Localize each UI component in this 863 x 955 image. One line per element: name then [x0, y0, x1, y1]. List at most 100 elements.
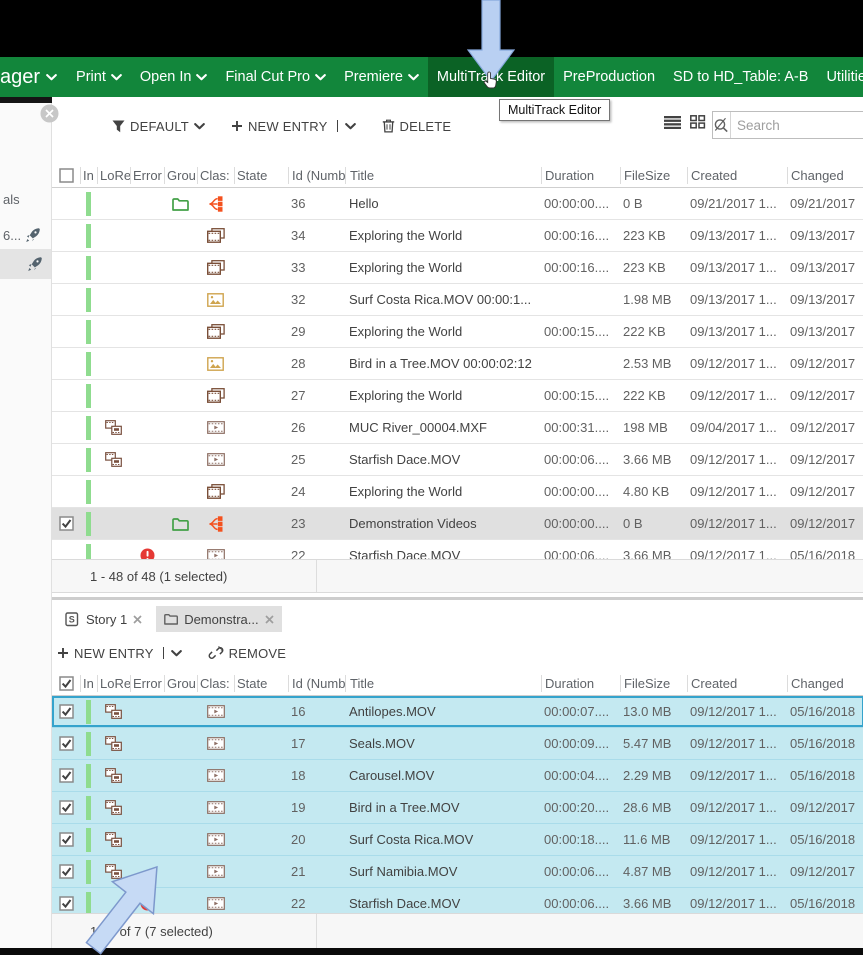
- column-header[interactable]: Title: [346, 675, 542, 692]
- select-all-checkbox[interactable]: [52, 167, 81, 184]
- select-all-checkbox[interactable]: [52, 675, 81, 692]
- column-header[interactable]: Error: [131, 167, 165, 184]
- cell-changed: 09/21/2017: [787, 196, 863, 211]
- row-checkbox[interactable]: [59, 832, 74, 847]
- column-header[interactable]: Changed: [788, 167, 863, 184]
- unlink-icon: [208, 645, 224, 661]
- tab-demonstration-videos[interactable]: Demonstra...: [156, 606, 281, 632]
- cell-class: [197, 453, 234, 466]
- menu-item-utilities[interactable]: Utilities: [817, 57, 863, 97]
- cell-ingest-state: [80, 352, 97, 376]
- table-row[interactable]: 23Demonstration Videos00:00:00....0 B09/…: [52, 508, 863, 540]
- table-row[interactable]: 33Exploring the World00:00:16....223 KB0…: [52, 252, 863, 284]
- cell-class: [197, 228, 234, 243]
- table-row[interactable]: 27Exploring the World00:00:15....222 KB0…: [52, 380, 863, 412]
- table-row[interactable]: 34Exploring the World00:00:16....223 KB0…: [52, 220, 863, 252]
- column-header[interactable]: Grou: [165, 167, 198, 184]
- cell-duration: 00:00:00....: [541, 516, 620, 531]
- table-row[interactable]: 16Antilopes.MOV00:00:07....13.0 MB09/12/…: [52, 696, 863, 728]
- column-header[interactable]: Id (Numb: [289, 167, 346, 184]
- grid-view-button[interactable]: [690, 115, 706, 129]
- cell-id: 21: [288, 864, 345, 879]
- filter-default-button[interactable]: DEFAULT: [112, 119, 205, 134]
- cell-title: Exploring the World: [345, 388, 541, 403]
- column-header[interactable]: Created: [688, 675, 788, 692]
- column-header[interactable]: Duration: [542, 675, 621, 692]
- table-row[interactable]: 18Carousel.MOV00:00:04....2.29 MB09/12/2…: [52, 760, 863, 792]
- cell-lowres: [97, 452, 130, 467]
- menu-item-final-cut-pro[interactable]: Final Cut Pro: [216, 57, 335, 97]
- app-brand-menu[interactable]: ager: [0, 57, 67, 97]
- column-header[interactable]: Grou: [165, 675, 198, 692]
- cell-changed: 09/13/2017: [787, 228, 863, 243]
- tab-story-1[interactable]: S Story 1: [57, 606, 150, 632]
- row-checkbox[interactable]: [59, 516, 74, 531]
- column-header[interactable]: FileSize: [621, 167, 688, 184]
- row-checkbox[interactable]: [59, 736, 74, 751]
- tab-close-icon[interactable]: [133, 615, 142, 624]
- table-row[interactable]: 29Exploring the World00:00:15....222 KB0…: [52, 316, 863, 348]
- column-header[interactable]: Duration: [542, 167, 621, 184]
- table-row[interactable]: 28Bird in a Tree.MOV 00:00:02:122.53 MB0…: [52, 348, 863, 380]
- column-header[interactable]: Clas:: [198, 167, 235, 184]
- table-row[interactable]: 17Seals.MOV00:00:09....5.47 MB09/12/2017…: [52, 728, 863, 760]
- chevron-down-icon: [345, 123, 356, 130]
- column-header[interactable]: LoRe: [98, 167, 131, 184]
- desktop-background: [0, 0, 863, 57]
- tab-close-icon[interactable]: [265, 615, 274, 624]
- row-checkbox[interactable]: [59, 768, 74, 783]
- table-row[interactable]: 25Starfish Dace.MOV00:00:06....3.66 MB09…: [52, 444, 863, 476]
- table-row[interactable]: 19Bird in a Tree.MOV00:00:20....28.6 MB0…: [52, 792, 863, 824]
- new-entry-button-bottom[interactable]: NEW ENTRY: [57, 646, 182, 661]
- column-header[interactable]: Id (Numb: [289, 675, 346, 692]
- column-header[interactable]: FileSize: [621, 675, 688, 692]
- column-header[interactable]: State: [235, 167, 289, 184]
- column-header[interactable]: In: [81, 167, 98, 184]
- panel-divider[interactable]: [52, 597, 863, 600]
- cell-id: 29: [288, 324, 345, 339]
- menu-item-open-in[interactable]: Open In: [131, 57, 217, 97]
- table-row[interactable]: 32Surf Costa Rica.MOV 00:00:1...1.98 MB0…: [52, 284, 863, 316]
- search-input[interactable]: [731, 112, 863, 138]
- panel-close-button[interactable]: [40, 104, 59, 123]
- column-header[interactable]: Created: [688, 167, 788, 184]
- table-row[interactable]: 36Hello00:00:00....0 B09/21/2017 1...09/…: [52, 188, 863, 220]
- column-header[interactable]: Changed: [788, 675, 863, 692]
- lores-proxy-icon: [105, 736, 122, 751]
- filmstrip-icon: [207, 388, 225, 403]
- cell-ingest-state: [80, 796, 97, 820]
- cell-ingest-state: [80, 256, 97, 280]
- column-header[interactable]: Error: [131, 675, 165, 692]
- sidebar-item-pinned[interactable]: 6...: [0, 222, 51, 248]
- menu-item-sd-to-hd-table-a-b[interactable]: SD to HD_Table: A-B: [664, 57, 817, 97]
- tab-bar: S Story 1 Demonstra...: [57, 606, 282, 632]
- row-checkbox[interactable]: [59, 704, 74, 719]
- row-checkbox[interactable]: [59, 800, 74, 815]
- sidebar-item-truncated[interactable]: als: [0, 191, 51, 207]
- table-row[interactable]: 24Exploring the World00:00:00....4.80 KB…: [52, 476, 863, 508]
- app-brand-label: ager: [0, 66, 40, 89]
- ingest-status-bar: [86, 352, 91, 376]
- menu-item-premiere[interactable]: Premiere: [335, 57, 428, 97]
- column-header[interactable]: In: [81, 675, 98, 692]
- remove-button[interactable]: REMOVE: [208, 645, 287, 661]
- cell-id: 18: [288, 768, 345, 783]
- lores-proxy-icon: [105, 452, 122, 467]
- table-row[interactable]: 26MUC River_00004.MXF00:00:31....198 MB0…: [52, 412, 863, 444]
- chevron-down-icon: [408, 74, 419, 81]
- menu-item-preproduction[interactable]: PreProduction: [554, 57, 664, 97]
- ingest-status-bar: [86, 288, 91, 312]
- column-header[interactable]: State: [235, 675, 289, 692]
- sidebar-item-selected[interactable]: [0, 249, 51, 279]
- column-header[interactable]: LoRe: [98, 675, 131, 692]
- cell-class: [197, 388, 234, 403]
- cell-title: Seals.MOV: [345, 736, 541, 751]
- delete-button[interactable]: DELETE: [382, 119, 452, 134]
- new-entry-button[interactable]: NEW ENTRY: [231, 119, 356, 134]
- image-icon: [207, 357, 224, 371]
- column-header[interactable]: Clas:: [198, 675, 235, 692]
- column-header[interactable]: Title: [346, 167, 542, 184]
- menu-item-print[interactable]: Print: [67, 57, 131, 97]
- svg-text:S: S: [69, 614, 75, 624]
- list-view-button[interactable]: [664, 116, 681, 129]
